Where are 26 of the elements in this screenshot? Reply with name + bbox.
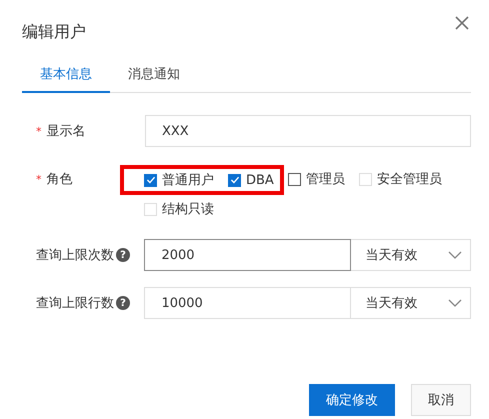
input-field[interactable]: XXX [145, 115, 471, 147]
field-label: 查询上限次数 [36, 247, 114, 264]
tab[interactable]: 基本信息 [22, 65, 110, 93]
chevron-down-icon [448, 299, 462, 307]
field-label: 角色 [46, 171, 72, 188]
field-label: 显示名 [46, 123, 86, 140]
confirm-button[interactable]: 确定修改 [309, 384, 395, 416]
close-icon[interactable] [453, 14, 471, 32]
input-field[interactable]: 2000 [144, 239, 352, 271]
period-dropdown[interactable]: 当天有效 [351, 239, 471, 271]
required-mark: * [36, 124, 42, 138]
cancel-button[interactable]: 取消 [411, 384, 471, 416]
checkbox[interactable]: 普通用户 [144, 172, 214, 188]
input-field[interactable]: 10000 [144, 287, 352, 319]
help-icon[interactable]: ? [116, 248, 130, 262]
checkmark-icon [230, 175, 240, 185]
period-dropdown[interactable]: 当天有效 [351, 287, 471, 319]
dialog-title: 编辑用户 [22, 22, 86, 43]
chevron-down-icon [448, 251, 462, 259]
checkbox[interactable]: 管理员 [288, 171, 345, 187]
required-mark: * [36, 172, 42, 186]
checkbox[interactable]: DBA [228, 172, 274, 188]
help-icon[interactable]: ? [116, 296, 130, 310]
checkmark-icon [146, 175, 156, 185]
field-label: 查询上限行数 [36, 295, 114, 312]
tab[interactable]: 消息通知 [110, 65, 198, 93]
